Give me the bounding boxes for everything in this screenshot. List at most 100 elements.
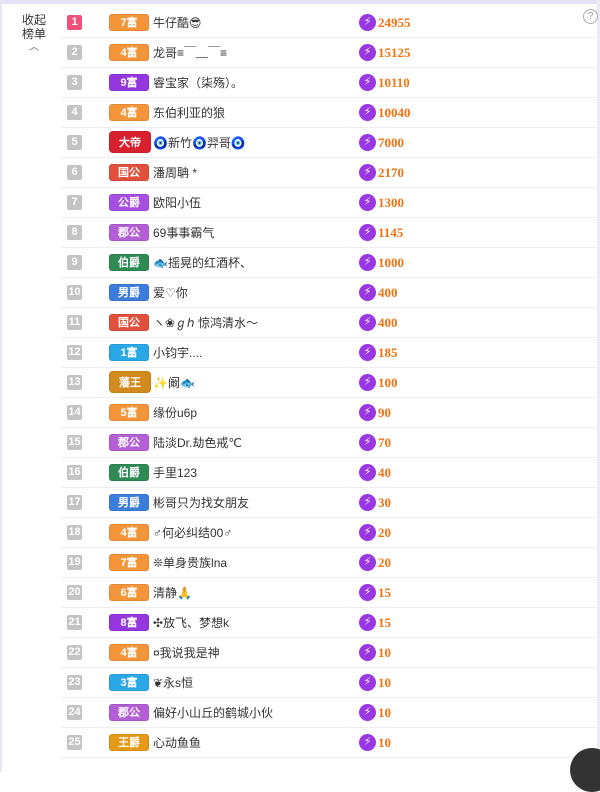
user-name[interactable]: 东伯利亚的狼 (153, 105, 225, 121)
table-row[interactable]: 24 郡公 偏好小山丘的鹤城小伙 ⚡ 10 (61, 698, 597, 728)
table-row[interactable]: 5 大帝 🧿新竹🧿羿哥🧿 ⚡ 7000 (61, 128, 597, 158)
table-row[interactable]: 19 7富 ❊单身贵族lna ⚡ 20 (61, 548, 597, 578)
user-name[interactable]: 心动鱼鱼 (153, 735, 201, 751)
user-name[interactable]: ✨阚🐟 (153, 375, 195, 391)
table-row[interactable]: 8 郡公 69事事霸气 ⚡ 1145 (61, 218, 597, 248)
table-row[interactable]: 15 郡公 陆淡Dr.劫色戒℃ ⚡ 70 (61, 428, 597, 458)
user-name[interactable]: ❦永s恒 (153, 675, 193, 691)
level-badge: 4富 (109, 644, 149, 661)
table-row[interactable]: 20 6富 清静🙏 ⚡ 15 (61, 578, 597, 608)
user-name[interactable]: 彬哥只为找女朋友 (153, 495, 249, 511)
rank-number: 5 (67, 135, 82, 150)
lightning-icon: ⚡ (359, 224, 376, 241)
user-name[interactable]: 爱♡你 (153, 285, 188, 301)
floating-corner-button[interactable] (570, 748, 600, 792)
lightning-icon: ⚡ (359, 704, 376, 721)
score-value: 100 (378, 375, 398, 390)
table-row[interactable]: 22 4富 ¤我说我是神 ⚡ 10 (61, 638, 597, 668)
user-name[interactable]: ♂何必纠结00♂ (153, 525, 232, 541)
lightning-icon: ⚡ (359, 614, 376, 631)
table-row[interactable]: 6 国公 潘周聃 * ⚡ 2170 (61, 158, 597, 188)
table-row[interactable]: 25 王爵 心动鱼鱼 ⚡ 10 (61, 728, 597, 758)
table-row[interactable]: 11 国公 ヽ❀ℊℎ 惊鸿清水～ ⚡ 400 (61, 308, 597, 338)
lightning-icon: ⚡ (359, 284, 376, 301)
user-name[interactable]: 清静🙏 (153, 585, 192, 601)
table-row[interactable]: 14 5富 缘份u6p ⚡ 90 (61, 398, 597, 428)
table-row[interactable]: 23 3富 ❦永s恒 ⚡ 10 (61, 668, 597, 698)
rank-number: 6 (67, 165, 82, 180)
rank-number: 7 (67, 195, 82, 210)
score-value: 30 (378, 495, 391, 510)
lightning-icon: ⚡ (359, 344, 376, 361)
rank-number: 15 (67, 435, 82, 450)
lightning-icon: ⚡ (359, 554, 376, 571)
collapse-list-button[interactable]: 收起 榜单 ︿ (19, 13, 49, 53)
user-name[interactable]: 欧阳小伍 (153, 195, 201, 211)
user-name[interactable]: 陆淡Dr.劫色戒℃ (153, 435, 242, 451)
user-name[interactable]: 小钧宇.... (153, 345, 202, 361)
lightning-icon: ⚡ (359, 164, 376, 181)
lightning-icon: ⚡ (359, 674, 376, 691)
user-name[interactable]: 手里123 (153, 465, 197, 481)
left-border (0, 0, 2, 772)
level-badge: 郡公 (109, 704, 149, 721)
rank-number: 13 (67, 375, 82, 390)
level-badge: 男爵 (109, 284, 149, 301)
lightning-icon: ⚡ (359, 134, 376, 151)
table-row[interactable]: 9 伯爵 🐟摇晃的红酒杯、 ⚡ 1000 (61, 248, 597, 278)
top-border (0, 0, 600, 4)
lightning-icon: ⚡ (359, 404, 376, 421)
user-name[interactable]: ヽ❀ℊℎ 惊鸿清水～ (153, 315, 258, 331)
table-row[interactable]: 18 4富 ♂何必纠结00♂ ⚡ 20 (61, 518, 597, 548)
user-name[interactable]: 龙哥≡￣﹏￣≡ (153, 45, 227, 61)
table-row[interactable]: 4 4富 东伯利亚的狼 ⚡ 10040 (61, 98, 597, 128)
score-value: 400 (378, 285, 398, 300)
collapse-label-line1: 收起 (21, 13, 46, 27)
rank-number: 22 (67, 645, 82, 660)
level-badge: 大帝 (109, 131, 151, 153)
level-badge: 伯爵 (109, 254, 149, 271)
lightning-icon: ⚡ (359, 44, 376, 61)
score-value: 10110 (378, 75, 410, 90)
rank-number: 10 (67, 285, 82, 300)
rank-number: 19 (67, 555, 82, 570)
table-row[interactable]: 12 1富 小钧宇.... ⚡ 185 (61, 338, 597, 368)
level-badge: 8富 (109, 614, 149, 631)
table-row[interactable]: 21 8富 ✣放飞、梦想k ⚡ 15 (61, 608, 597, 638)
rank-number: 14 (67, 405, 82, 420)
user-name[interactable]: 🐟摇晃的红酒杯、 (153, 255, 252, 271)
user-name[interactable]: 缘份u6p (153, 405, 197, 421)
user-name[interactable]: ¤我说我是神 (153, 645, 220, 661)
level-badge: 1富 (109, 344, 149, 361)
user-name[interactable]: 🧿新竹🧿羿哥🧿 (153, 135, 246, 151)
score-value: 10 (378, 735, 391, 750)
lightning-icon: ⚡ (359, 194, 376, 211)
user-name[interactable]: 69事事霸气 (153, 225, 214, 241)
table-row[interactable]: 16 伯爵 手里123 ⚡ 40 (61, 458, 597, 488)
rank-number: 2 (67, 45, 82, 60)
score-value: 20 (378, 525, 391, 540)
chevron-up-icon: ︿ (29, 42, 39, 53)
level-badge: 郡公 (109, 224, 149, 241)
rank-number: 23 (67, 675, 82, 690)
level-badge: 6富 (109, 584, 149, 601)
user-name[interactable]: 潘周聃 * (153, 165, 197, 181)
table-row[interactable]: 1 7富 牛仔酷😎 ⚡ 24955 (61, 8, 597, 38)
user-name[interactable]: 偏好小山丘的鹤城小伙 (153, 705, 273, 721)
lightning-icon: ⚡ (359, 254, 376, 271)
table-row[interactable]: 13 藩王 ✨阚🐟 ⚡ 100 (61, 368, 597, 398)
user-name[interactable]: ✣放飞、梦想k (153, 615, 229, 631)
table-row[interactable]: 7 公爵 欧阳小伍 ⚡ 1300 (61, 188, 597, 218)
table-row[interactable]: 17 男爵 彬哥只为找女朋友 ⚡ 30 (61, 488, 597, 518)
level-badge: 4富 (109, 524, 149, 541)
table-row[interactable]: 2 4富 龙哥≡￣﹏￣≡ ⚡ 15125 (61, 38, 597, 68)
score-value: 1145 (378, 225, 404, 240)
user-name[interactable]: 牛仔酷😎 (153, 15, 202, 31)
rank-number: 24 (67, 705, 82, 720)
lightning-icon: ⚡ (359, 494, 376, 511)
user-name[interactable]: ❊单身贵族lna (153, 555, 227, 571)
score-value: 15125 (378, 45, 411, 60)
user-name[interactable]: 睿宝家（柒殇）。 (153, 75, 243, 91)
table-row[interactable]: 3 9富 睿宝家（柒殇）。 ⚡ 10110 (61, 68, 597, 98)
table-row[interactable]: 10 男爵 爱♡你 ⚡ 400 (61, 278, 597, 308)
